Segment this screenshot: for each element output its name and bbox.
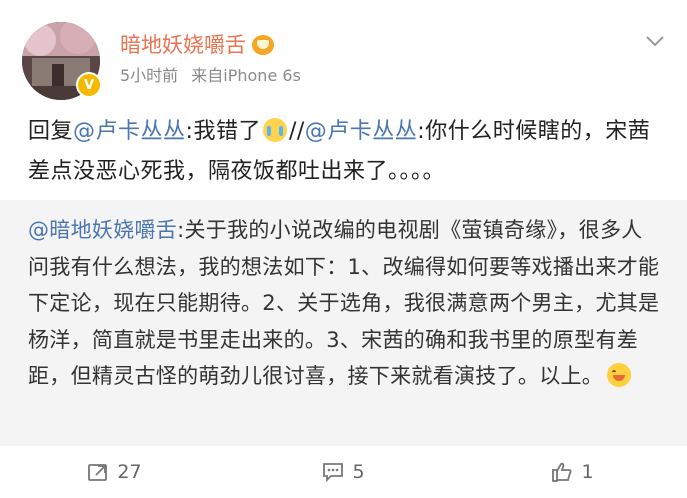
post-time: 5小时前 bbox=[120, 66, 179, 85]
post-text-part1: :我错了 bbox=[185, 119, 261, 144]
mention-link[interactable]: @卢卡丛丛 bbox=[73, 119, 186, 144]
post-text: 回复@卢卡丛丛:我错了//@卢卡丛丛:你什么时候瞎的，宋茜差点没恶心死我，隔夜饭… bbox=[28, 112, 668, 192]
like-button[interactable]: 1 bbox=[458, 446, 687, 498]
weibo-post: V 暗地妖娆嚼舌 5小时前 来自iPhone 6s 回复@卢卡丛丛:我错了//@… bbox=[0, 0, 687, 498]
avatar[interactable]: V bbox=[22, 22, 102, 100]
username-text[interactable]: 暗地妖娆嚼舌 bbox=[120, 32, 246, 58]
repost-icon bbox=[88, 464, 108, 481]
post-meta: 5小时前 来自iPhone 6s bbox=[120, 66, 301, 86]
repost-author-mention[interactable]: @暗地妖娆嚼舌 bbox=[28, 218, 177, 242]
reply-prefix: 回复 bbox=[28, 119, 74, 144]
repost-body: :关于我的小说改编的电视剧《萤镇奇缘》，很多人问我有什么想法，我的想法如下：1、… bbox=[28, 218, 660, 388]
post-source: 来自iPhone 6s bbox=[191, 66, 301, 85]
comment-icon bbox=[323, 463, 344, 482]
vip-crown-icon bbox=[252, 35, 274, 55]
comment-button[interactable]: 5 bbox=[229, 446, 458, 498]
chevron-down-icon[interactable] bbox=[645, 34, 665, 48]
repost-separator: // bbox=[288, 119, 305, 144]
repost-button[interactable]: 27 bbox=[0, 446, 229, 498]
smile-emoji-icon bbox=[607, 363, 632, 387]
username[interactable]: 暗地妖娆嚼舌 bbox=[120, 32, 274, 58]
thumbs-up-icon bbox=[552, 462, 573, 482]
mention-link[interactable]: @卢卡丛丛 bbox=[305, 119, 418, 144]
crying-emoji-icon bbox=[262, 118, 287, 142]
action-bar: 27 5 1 bbox=[0, 446, 687, 498]
repost-count: 27 bbox=[117, 461, 142, 483]
repost-text: @暗地妖娆嚼舌:关于我的小说改编的电视剧《萤镇奇缘》，很多人问我有什么想法，我的… bbox=[28, 212, 663, 395]
verified-badge-icon: V bbox=[76, 72, 102, 98]
reposted-content[interactable]: @暗地妖娆嚼舌:关于我的小说改编的电视剧《萤镇奇缘》，很多人问我有什么想法，我的… bbox=[0, 200, 687, 446]
like-count: 1 bbox=[581, 461, 594, 483]
comment-count: 5 bbox=[352, 461, 365, 483]
